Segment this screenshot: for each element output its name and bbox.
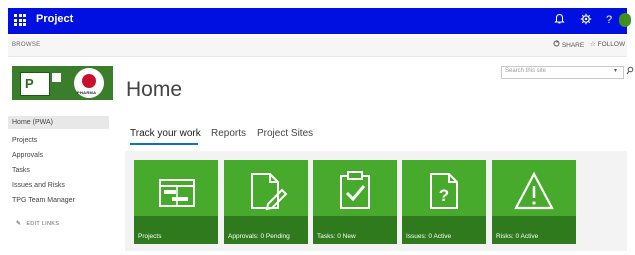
search-placeholder: Search this site <box>505 68 547 74</box>
browse-tab[interactable]: BROWSE <box>12 42 40 48</box>
avatar[interactable] <box>619 13 631 27</box>
tile-label: Issues: 0 Active <box>406 233 452 240</box>
company-seal: PHARMA <box>74 68 104 98</box>
follow-label: FOLLOW <box>597 41 626 48</box>
search-input[interactable]: Search this site ▾ <box>501 66 624 79</box>
active-tab-indicator <box>130 143 198 145</box>
nav-item-tasks[interactable]: Tasks <box>12 167 30 174</box>
tab-reports[interactable]: Reports <box>211 128 246 139</box>
browse-bar: BROWSE SHARE ☆ FOLLOW <box>8 36 627 57</box>
project-app-icon: P <box>20 72 50 96</box>
tile-label: Risks: 0 Active <box>496 233 539 240</box>
tile-label: Approvals: 0 Pending <box>228 233 290 240</box>
clipboard-check-icon <box>340 171 370 209</box>
app-launcher-icon[interactable] <box>14 14 26 26</box>
edit-links-button[interactable]: ✎ EDIT LINKS <box>16 220 59 227</box>
share-label: SHARE <box>561 42 585 49</box>
tile-projects[interactable]: Projects <box>134 160 218 244</box>
star-icon: ☆ <box>590 41 596 48</box>
logo-square <box>52 73 61 82</box>
tab-track-your-work[interactable]: Track your work <box>130 128 201 139</box>
pencil-icon: ✎ <box>16 221 22 227</box>
app-title[interactable]: Project <box>36 13 73 25</box>
seal-center <box>82 74 96 88</box>
edit-links-label: EDIT LINKS <box>26 221 60 227</box>
follow-button[interactable]: ☆ FOLLOW <box>590 40 625 48</box>
settings-gear-icon[interactable] <box>580 13 592 29</box>
document-edit-icon <box>251 173 288 211</box>
tile-approvals[interactable]: Approvals: 0 Pending <box>224 160 308 244</box>
tile-risks[interactable]: Risks: 0 Active <box>492 160 576 244</box>
tile-issues[interactable]: ? Issues: 0 Active <box>402 160 486 244</box>
nav-item-approvals[interactable]: Approvals <box>12 152 43 159</box>
nav-item-issues-and-risks[interactable]: Issues and Risks <box>12 182 65 189</box>
site-logo[interactable]: P PHARMA <box>12 66 113 100</box>
share-button[interactable]: SHARE <box>553 40 584 49</box>
nav-item-tpg-team-manager[interactable]: TPG Team Manager <box>12 197 75 204</box>
help-icon[interactable]: ? <box>606 13 612 27</box>
logo-p-glyph: P <box>25 76 34 91</box>
tab-project-sites[interactable]: Project Sites <box>257 128 313 139</box>
document-question-icon: ? <box>430 173 458 209</box>
project-gantt-icon <box>159 179 195 207</box>
share-icon <box>553 40 562 49</box>
search-icon[interactable] <box>626 66 634 77</box>
warning-triangle-icon <box>514 171 554 210</box>
svg-text:?: ? <box>439 186 449 205</box>
page-title: Home <box>126 78 183 101</box>
tile-label: Tasks: 0 New <box>317 233 356 240</box>
chevron-down-icon[interactable]: ▾ <box>614 67 617 74</box>
nav-item-projects[interactable]: Projects <box>12 137 37 144</box>
tile-label: Projects <box>138 233 162 240</box>
seal-text: PHARMA <box>77 90 97 95</box>
notification-bell-icon[interactable] <box>554 13 565 29</box>
suite-bar: Project ? <box>8 8 631 34</box>
tile-tasks[interactable]: Tasks: 0 New <box>313 160 397 244</box>
nav-item-home[interactable]: Home (PWA) <box>12 119 53 126</box>
